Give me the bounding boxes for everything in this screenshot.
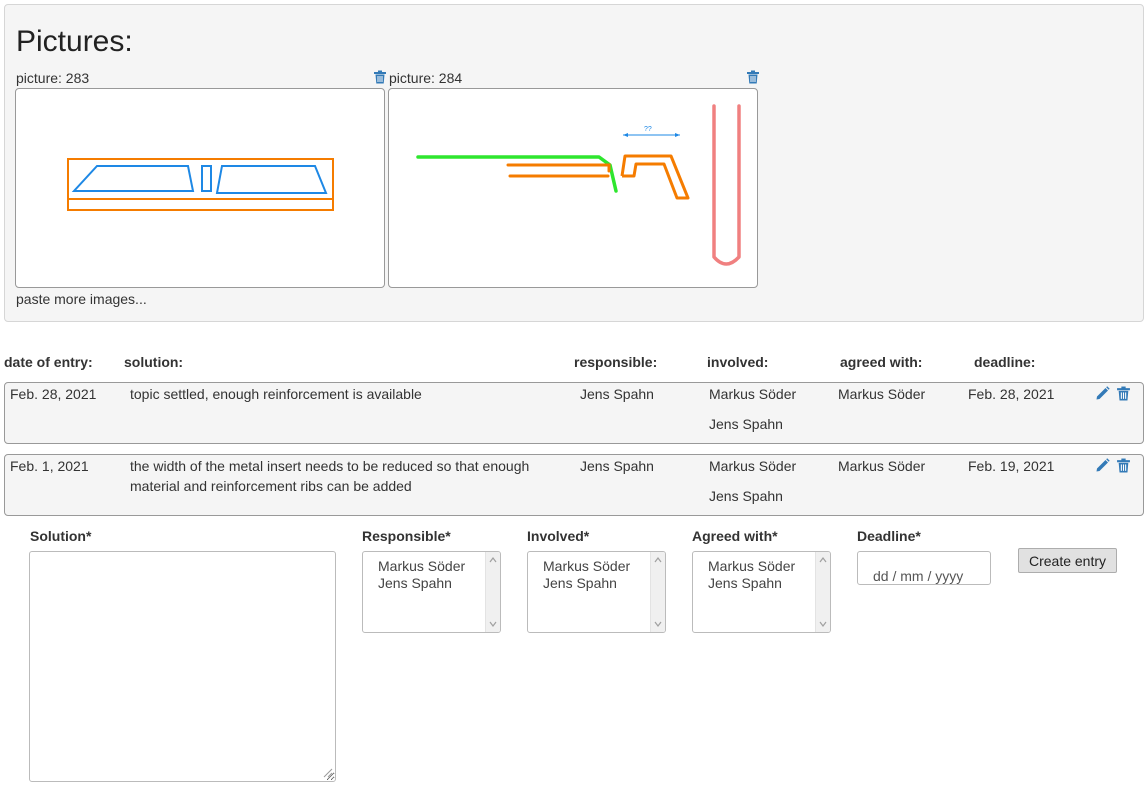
sketch-blue-left-trapezoid — [71, 165, 195, 192]
involved-option[interactable]: Jens Spahn — [543, 575, 617, 591]
solution-label: Solution* — [30, 528, 92, 544]
picture-284-thumbnail[interactable]: ?? — [388, 88, 758, 288]
delete-picture-284-trash-icon[interactable] — [746, 70, 760, 84]
involved-scrollbar[interactable] — [650, 552, 665, 632]
agreed-with-option[interactable]: Jens Spahn — [708, 575, 782, 591]
deadline-date-input[interactable]: dd / mm / yyyy — [857, 551, 991, 585]
responsible-multiselect[interactable]: Markus Söder Jens Spahn — [362, 551, 501, 633]
delete-row-trash-icon[interactable] — [1116, 458, 1131, 473]
solution-textarea[interactable] — [29, 551, 336, 782]
agreed-with-label: Agreed with* — [692, 528, 778, 544]
pictures-title: Pictures: — [16, 25, 133, 58]
agreed-with-multiselect[interactable]: Markus Söder Jens Spahn — [692, 551, 831, 633]
picture-284-label: picture: 284 — [389, 70, 463, 86]
delete-picture-283-trash-icon[interactable] — [373, 70, 387, 84]
picture-283-thumbnail[interactable] — [15, 88, 385, 288]
sketch-orange-hook — [620, 154, 690, 200]
scroll-down-chevron-icon[interactable] — [654, 620, 662, 628]
sketch-blue-slot — [201, 165, 212, 192]
picture-283-sketch — [67, 158, 334, 211]
table-row: Feb. 1, 2021 the width of the metal inse… — [4, 454, 1144, 516]
create-entry-button[interactable]: Create entry — [1018, 548, 1117, 573]
pictures-panel: Pictures: picture: 283 picture: 284 ?? p… — [4, 4, 1144, 322]
responsible-option[interactable]: Jens Spahn — [378, 575, 452, 591]
row-involved-1: Markus Söder — [709, 458, 797, 474]
scroll-down-chevron-icon[interactable] — [819, 620, 827, 628]
involved-option[interactable]: Markus Söder — [543, 558, 630, 574]
paste-more-images-hint[interactable]: paste more images... — [16, 291, 147, 307]
row-involved-2: Jens Spahn — [709, 416, 783, 432]
scroll-down-chevron-icon[interactable] — [489, 620, 497, 628]
involved-multiselect[interactable]: Markus Söder Jens Spahn — [527, 551, 666, 633]
involved-label: Involved* — [527, 528, 590, 544]
delete-row-trash-icon[interactable] — [1116, 386, 1131, 401]
sketch-orange-line-upper — [506, 163, 611, 173]
sketch-pink-u-shape — [712, 104, 741, 266]
header-solution: solution: — [124, 354, 184, 370]
row-deadline: Feb. 28, 2021 — [968, 386, 1055, 402]
row-solution: topic settled, enough reinforcement is a… — [130, 386, 422, 402]
row-responsible: Jens Spahn — [580, 458, 654, 474]
scroll-up-chevron-icon[interactable] — [819, 556, 827, 564]
header-involved: involved: — [707, 354, 769, 370]
agreed-with-option[interactable]: Markus Söder — [708, 558, 795, 574]
edit-pencil-icon[interactable] — [1095, 458, 1110, 473]
edit-pencil-icon[interactable] — [1095, 386, 1110, 401]
deadline-placeholder: dd / mm / yyyy — [873, 568, 964, 584]
picture-283-label: picture: 283 — [16, 70, 90, 86]
sketch-dimension-arrow-left — [623, 133, 628, 137]
responsible-scrollbar[interactable] — [485, 552, 500, 632]
header-agreed-with: agreed with: — [840, 354, 923, 370]
row-agreed-with: Markus Söder — [838, 386, 926, 402]
table-row: Feb. 28, 2021 topic settled, enough rein… — [4, 382, 1144, 444]
sketch-dimension-arrow-right — [675, 133, 680, 137]
header-date-of-entry: date of entry: — [4, 354, 93, 370]
row-solution: the width of the metal insert needs to b… — [130, 458, 530, 494]
resize-grip-icon[interactable] — [321, 766, 333, 778]
row-deadline: Feb. 19, 2021 — [968, 458, 1055, 474]
sketch-dimension-annotation: ?? — [644, 126, 652, 133]
row-agreed-with: Markus Söder — [838, 458, 926, 474]
scroll-up-chevron-icon[interactable] — [654, 556, 662, 564]
row-responsible: Jens Spahn — [580, 386, 654, 402]
picture-284-sketch: ?? — [416, 104, 741, 266]
row-date: Feb. 1, 2021 — [10, 458, 89, 474]
row-date: Feb. 28, 2021 — [10, 386, 97, 402]
sketch-green-line — [416, 155, 618, 193]
scroll-up-chevron-icon[interactable] — [489, 556, 497, 564]
row-involved-2: Jens Spahn — [709, 488, 783, 504]
deadline-label: Deadline* — [857, 528, 921, 544]
responsible-label: Responsible* — [362, 528, 451, 544]
responsible-option[interactable]: Markus Söder — [378, 558, 465, 574]
sketch-blue-right-trapezoid — [215, 165, 328, 194]
header-responsible: responsible: — [574, 354, 658, 370]
agreed-with-scrollbar[interactable] — [815, 552, 830, 632]
header-deadline: deadline: — [974, 354, 1036, 370]
row-involved-1: Markus Söder — [709, 386, 797, 402]
